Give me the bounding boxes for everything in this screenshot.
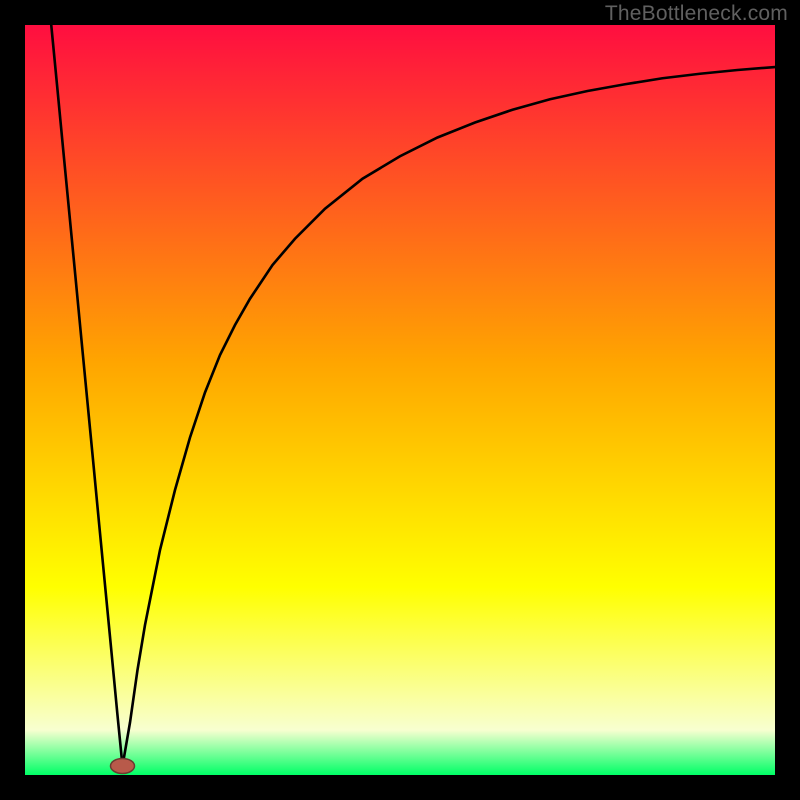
chart-frame: TheBottleneck.com	[0, 0, 800, 800]
chart-svg	[25, 25, 775, 775]
plot-area	[25, 25, 775, 775]
watermark-text: TheBottleneck.com	[605, 2, 788, 26]
min-marker	[111, 759, 135, 774]
